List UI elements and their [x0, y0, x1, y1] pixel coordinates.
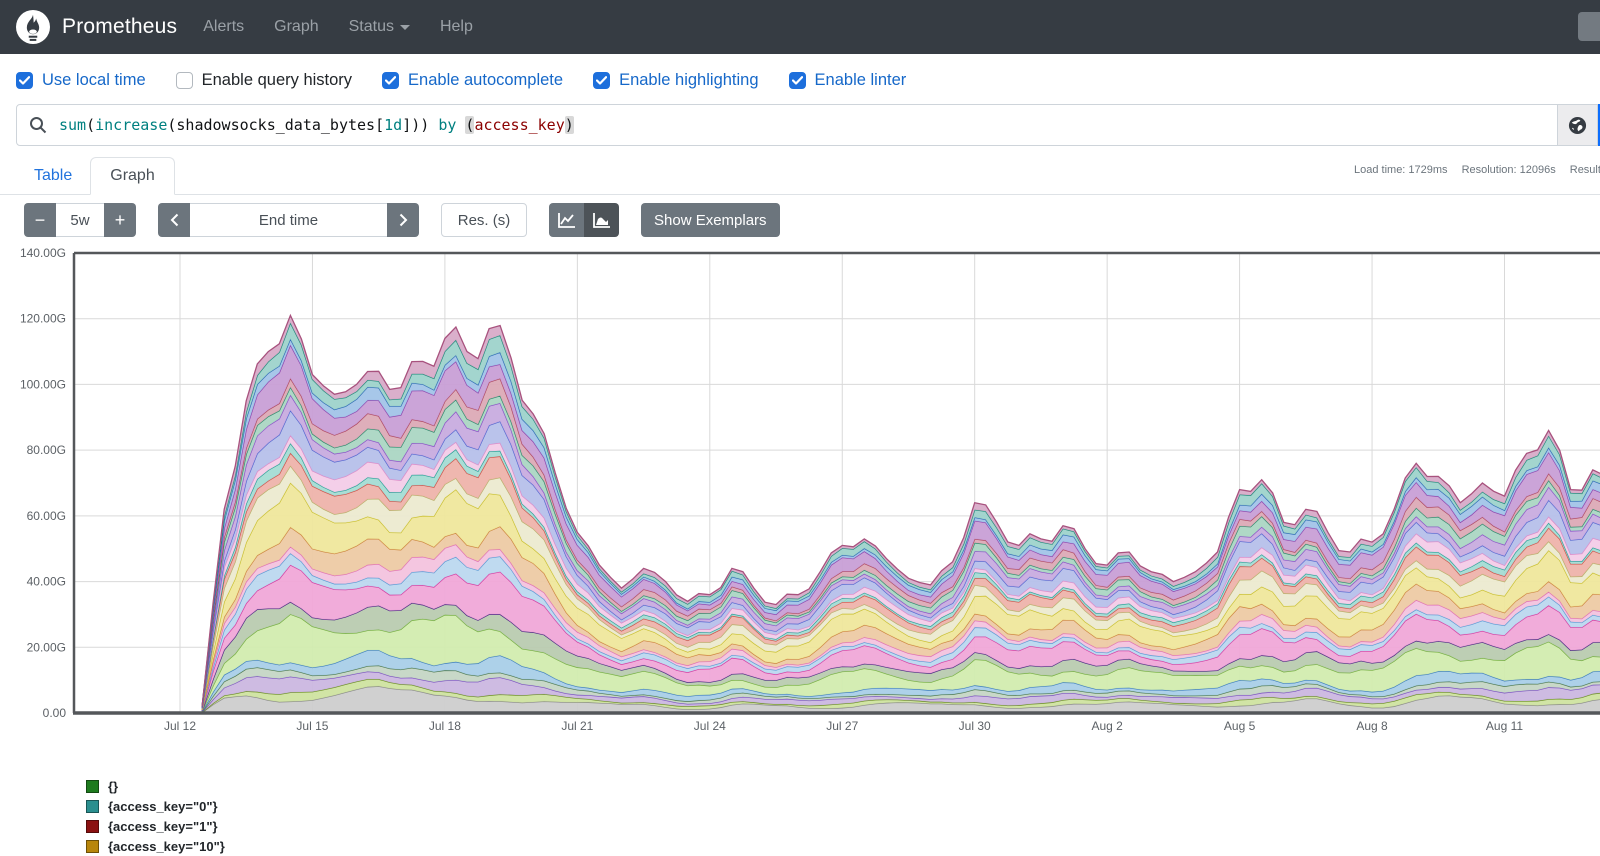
query-expression[interactable]: sum(increase(shadowsocks_data_bytes[1d])…: [59, 105, 1557, 145]
endtime-group: [158, 203, 419, 237]
legend-item[interactable]: {}: [86, 776, 1600, 796]
navbar-overflow-button[interactable]: [1578, 12, 1600, 41]
query-row: sum(increase(shadowsocks_data_bytes[1d])…: [16, 104, 1600, 146]
y-tick-label: 60.00G: [27, 509, 66, 523]
checkbox-checked-icon[interactable]: [789, 72, 806, 89]
tabs: Table Graph Load time: 1729ms Resolution:…: [0, 155, 1600, 195]
nav-item-alerts[interactable]: Alerts: [203, 18, 244, 36]
chevron-left-icon: [170, 213, 179, 227]
legend-item[interactable]: {access_key="0"}: [86, 796, 1600, 816]
search-icon: [17, 105, 59, 145]
tab-graph[interactable]: Graph: [90, 157, 174, 195]
query-stats: Load time: 1729ms Resolution: 12096s Resul…: [1354, 164, 1600, 176]
x-tick-label: Aug 2: [1091, 719, 1123, 733]
checkbox-unchecked-icon[interactable]: [176, 72, 193, 89]
range-input[interactable]: [56, 203, 104, 237]
legend-swatch: [86, 840, 99, 853]
option-enable-highlighting[interactable]: Enable highlighting: [593, 71, 758, 90]
range-group: − +: [24, 203, 136, 237]
prometheus-logo-icon: [16, 10, 50, 44]
option-label[interactable]: Enable linter: [815, 71, 907, 90]
x-tick-label: Jul 21: [561, 719, 593, 733]
legend-label: {access_key="1"}: [108, 819, 218, 834]
x-tick-label: Aug 5: [1224, 719, 1256, 733]
tab-table[interactable]: Table: [16, 158, 90, 194]
query-input[interactable]: sum(increase(shadowsocks_data_bytes[1d])…: [16, 104, 1598, 146]
y-tick-label: 120.00G: [20, 312, 66, 326]
chevron-right-icon: [399, 213, 408, 227]
legend-swatch: [86, 780, 99, 793]
option-enable-autocomplete[interactable]: Enable autocomplete: [382, 71, 563, 90]
prometheus-brand[interactable]: Prometheus: [16, 10, 177, 44]
caret-down-icon: [400, 25, 410, 30]
x-tick-label: Jul 18: [429, 719, 461, 733]
x-tick-label: Aug 11: [1486, 719, 1523, 733]
graph-legend: {} {access_key="0"} {access_key="1"} {acces…: [86, 776, 1600, 856]
stat-item: Result series:: [1570, 164, 1600, 176]
time-forward-button[interactable]: [387, 203, 419, 237]
legend-swatch: [86, 820, 99, 833]
x-tick-label: Jul 27: [826, 719, 858, 733]
x-tick-label: Jul 15: [296, 719, 328, 733]
option-label[interactable]: Enable highlighting: [619, 71, 758, 90]
x-tick-label: Jul 24: [694, 719, 726, 733]
y-tick-label: 0.00: [43, 706, 67, 720]
x-tick-label: Aug 8: [1356, 719, 1388, 733]
stat-item: Load time: 1729ms: [1354, 164, 1448, 176]
brand-title: Prometheus: [62, 15, 177, 39]
legend-label: {access_key="10"}: [108, 839, 225, 854]
graph-type-toggle: [549, 203, 619, 237]
legend-item[interactable]: {access_key="10"}: [86, 836, 1600, 856]
show-exemplars-button[interactable]: Show Exemplars: [641, 203, 780, 237]
metrics-explorer-button[interactable]: [1557, 105, 1597, 145]
resolution-input[interactable]: [441, 203, 527, 237]
range-decrease-button[interactable]: −: [24, 203, 56, 237]
graph-controls: − + Show Exemplars: [24, 203, 1600, 237]
stat-item: Resolution: 12096s: [1462, 164, 1556, 176]
navbar-menu: Alerts Graph Status Help: [203, 18, 473, 36]
checkbox-checked-icon[interactable]: [382, 72, 399, 89]
stacked-graph-button[interactable]: [584, 203, 619, 237]
checkbox-checked-icon[interactable]: [593, 72, 610, 89]
option-label[interactable]: Enable autocomplete: [408, 71, 563, 90]
line-chart-icon: [557, 212, 576, 229]
option-label[interactable]: Enable query history: [202, 71, 352, 90]
line-graph-button[interactable]: [549, 203, 584, 237]
y-tick-label: 40.00G: [27, 575, 66, 589]
options-row: Use local time Enable query history Enable…: [16, 68, 1600, 92]
legend-swatch: [86, 800, 99, 813]
option-enable-linter[interactable]: Enable linter: [789, 71, 907, 90]
end-time-input[interactable]: [190, 203, 387, 237]
y-tick-label: 140.00G: [20, 246, 66, 260]
checkbox-checked-icon[interactable]: [16, 72, 33, 89]
legend-label: {}: [108, 779, 118, 794]
x-tick-label: Jul 30: [959, 719, 991, 733]
range-increase-button[interactable]: +: [104, 203, 136, 237]
option-use-local-time[interactable]: Use local time: [16, 71, 146, 90]
legend-label: {access_key="0"}: [108, 799, 218, 814]
globe-icon: [1568, 116, 1587, 135]
navbar: Prometheus Alerts Graph Status Help: [0, 0, 1600, 54]
legend-item[interactable]: {access_key="1"}: [86, 816, 1600, 836]
option-label[interactable]: Use local time: [42, 71, 146, 90]
time-back-button[interactable]: [158, 203, 190, 237]
nav-item-help[interactable]: Help: [440, 18, 473, 36]
y-tick-label: 100.00G: [20, 377, 66, 391]
usage-graph[interactable]: 0.00 20.00G 40.00G 60.00G 80.00G 100.00G 120.0…: [0, 245, 1600, 745]
area-chart-icon: [592, 212, 611, 229]
option-enable-query-history[interactable]: Enable query history: [176, 71, 352, 90]
nav-item-graph[interactable]: Graph: [274, 18, 318, 36]
y-tick-label: 80.00G: [27, 443, 66, 457]
x-tick-label: Jul 12: [164, 719, 196, 733]
nav-item-status[interactable]: Status: [349, 18, 410, 36]
y-tick-label: 20.00G: [27, 640, 66, 654]
